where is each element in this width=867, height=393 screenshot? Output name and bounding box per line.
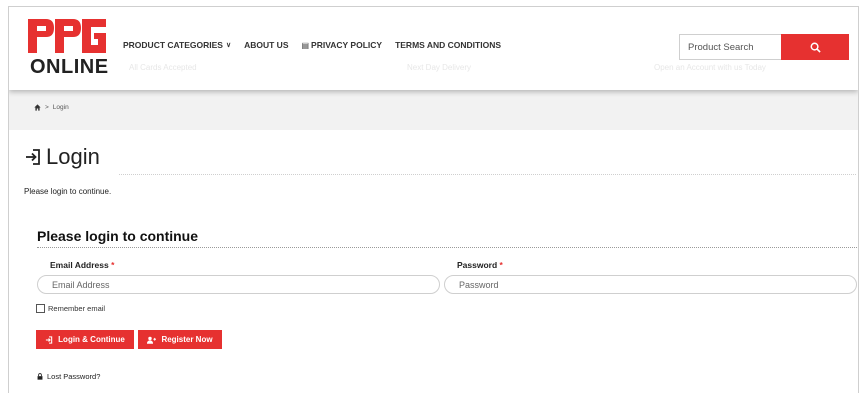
lock-icon	[37, 373, 43, 380]
nav-privacy-policy[interactable]: ▤ PRIVACY POLICY	[301, 40, 382, 50]
required-marker: *	[499, 260, 503, 270]
nav-product-categories[interactable]: PRODUCT CATEGORIES ∨	[123, 40, 231, 50]
add-user-icon	[147, 336, 157, 344]
section-divider	[37, 247, 857, 248]
nav-about-us[interactable]: ABOUT US	[244, 40, 288, 50]
email-label-text: Email Address	[50, 260, 109, 270]
email-field[interactable]	[37, 275, 440, 294]
remember-email[interactable]: Remember email	[36, 304, 105, 313]
required-marker: *	[111, 260, 115, 270]
login-button[interactable]: Login & Continue	[36, 330, 134, 349]
lost-password-link[interactable]: Lost Password?	[37, 372, 100, 381]
main-nav: PRODUCT CATEGORIES ∨ ABOUT US ▤ PRIVACY …	[123, 40, 514, 50]
breadcrumb-bar: > Login	[9, 90, 858, 130]
home-icon[interactable]	[34, 104, 41, 111]
register-button[interactable]: Register Now	[138, 330, 222, 349]
chevron-down-icon: ∨	[225, 42, 232, 49]
password-field[interactable]	[444, 275, 857, 294]
login-button-label: Login & Continue	[58, 335, 125, 344]
search-input[interactable]	[679, 34, 781, 60]
title-divider	[119, 174, 856, 175]
breadcrumb: > Login	[34, 104, 69, 111]
site-logo[interactable]: ONLINE	[28, 19, 109, 79]
sign-in-icon	[46, 335, 53, 344]
search-button[interactable]	[781, 34, 849, 60]
product-search	[679, 34, 849, 60]
document-icon: ▤	[301, 40, 310, 50]
intro-text: Please login to continue.	[24, 187, 112, 196]
nav-terms-label: TERMS AND CONDITIONS	[395, 40, 501, 50]
page-frame: ONLINE PRODUCT CATEGORIES ∨ ABOUT US ▤ P…	[8, 6, 859, 393]
email-label: Email Address *	[50, 260, 114, 270]
remember-email-label: Remember email	[48, 304, 106, 313]
ppg-logo-mark	[28, 19, 106, 53]
search-icon	[810, 42, 821, 53]
nav-about-us-label: ABOUT US	[244, 40, 289, 50]
page-title-text: Login	[46, 144, 100, 169]
password-label-text: Password	[457, 260, 498, 270]
register-button-label: Register Now	[161, 335, 213, 344]
breadcrumb-separator: >	[45, 104, 49, 111]
page-title: Login	[24, 144, 100, 170]
password-label: Password *	[457, 260, 503, 270]
logo-subtitle: ONLINE	[30, 56, 109, 78]
sign-in-icon	[26, 149, 40, 165]
breadcrumb-current: Login	[52, 104, 69, 111]
section-title: Please login to continue	[37, 228, 199, 244]
nav-privacy-policy-label: PRIVACY POLICY	[311, 40, 383, 50]
ghost-text-account: Open an Account with us Today	[654, 63, 766, 72]
remember-email-checkbox[interactable]	[36, 304, 45, 313]
lost-password-label: Lost Password?	[47, 372, 101, 381]
ghost-text-cards: All Cards Accepted	[129, 63, 197, 72]
nav-terms[interactable]: TERMS AND CONDITIONS	[395, 40, 501, 50]
ghost-text-delivery: Next Day Delivery	[407, 63, 472, 72]
nav-product-categories-label: PRODUCT CATEGORIES	[123, 40, 223, 50]
site-header: ONLINE PRODUCT CATEGORIES ∨ ABOUT US ▤ P…	[9, 7, 858, 90]
